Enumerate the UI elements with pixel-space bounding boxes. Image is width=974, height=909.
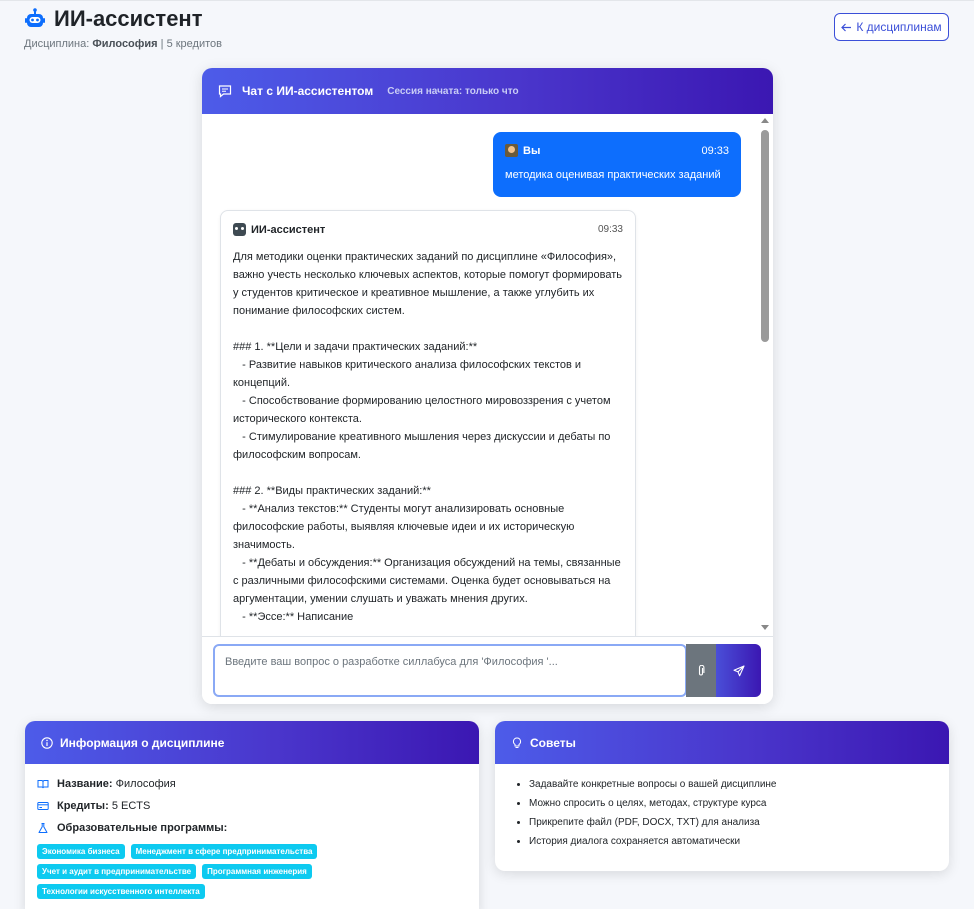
ai-text-line: - **Анализ текстов:** Студенты могут ана… xyxy=(233,503,578,551)
scrollbar-thumb[interactable] xyxy=(761,130,769,342)
ai-text-line: ### 2. **Виды практических заданий:** xyxy=(233,485,431,497)
chat-card: Чат с ИИ-ассистентом Сессия начата: толь… xyxy=(202,68,773,704)
discipline-info-card: Информация о дисциплине Название: Филосо… xyxy=(25,721,479,909)
send-message-button[interactable] xyxy=(716,644,761,697)
ai-author-name: ИИ-ассистент xyxy=(251,223,326,236)
user-message-text: методика оценивая практических заданий xyxy=(505,169,721,181)
paperclip-icon xyxy=(698,664,705,675)
tips-card-title: Советы xyxy=(530,735,576,750)
page-title-text: ИИ-ассистент xyxy=(54,6,203,31)
ai-text-line: - **Дебаты и обсуждения:** Организация о… xyxy=(233,557,624,605)
ai-text-line: ### 1. **Цели и задачи практических зада… xyxy=(233,341,478,353)
discipline-credits: | 5 кредитов xyxy=(160,38,222,50)
mortarboard-icon xyxy=(38,823,48,833)
ai-text-line: - Развитие навыков критического анализа … xyxy=(233,359,585,389)
tip-item: Задавайте конкретные вопросы о вашей дис… xyxy=(529,778,931,791)
ai-text-line xyxy=(233,464,623,482)
name-value: Философия xyxy=(115,778,176,790)
page-title: ИИ-ассистент xyxy=(24,6,222,32)
user-author: Вы xyxy=(505,144,540,157)
chat-messages[interactable]: Вы 09:33 методика оценивая практических … xyxy=(202,114,773,636)
ai-text-line: - Способствование формированию целостног… xyxy=(233,395,614,425)
program-tag: Учет и аудит в предпринимательстве xyxy=(37,864,197,879)
chat-icon xyxy=(218,85,232,98)
info-card-title: Информация о дисциплине xyxy=(60,735,225,750)
page-subtitle: Дисциплина: Философия | 5 кредитов xyxy=(24,38,222,50)
name-label: Название: xyxy=(57,778,113,790)
back-button-label: К дисциплинам xyxy=(856,20,942,34)
program-tags: Экономика бизнеса Менеджмент в сфере пре… xyxy=(37,844,347,899)
ai-avatar-icon xyxy=(233,223,246,236)
tip-item: История диалога сохраняется автоматическ… xyxy=(529,835,931,848)
discipline-label: Дисциплина: xyxy=(24,38,90,50)
info-name-row: Название: Философия xyxy=(37,778,467,790)
ai-text-line: - Стимулирование креативного мышления че… xyxy=(233,431,614,461)
tip-item: Прикрепите файл (PDF, DOCX, TXT) для ана… xyxy=(529,816,931,829)
info-card-body: Название: Философия Кредиты: 5 ECTS Обра… xyxy=(25,764,479,909)
scroll-down-icon[interactable] xyxy=(761,625,769,630)
ai-message-text: Для методики оценки практических заданий… xyxy=(233,248,623,626)
credits-value: 5 ECTS xyxy=(111,800,151,812)
chat-title: Чат с ИИ-ассистентом xyxy=(242,84,374,98)
chat-message-input[interactable] xyxy=(213,644,687,697)
programs-label: Образовательные программы: xyxy=(57,822,228,834)
attach-file-button[interactable] xyxy=(686,644,716,697)
chat-header: Чат с ИИ-ассистентом Сессия начата: толь… xyxy=(202,68,773,114)
tips-card-header: Советы xyxy=(495,721,949,764)
info-circle-icon xyxy=(41,736,53,749)
credits-label: Кредиты: xyxy=(57,800,109,812)
send-icon xyxy=(732,664,745,676)
user-message: Вы 09:33 методика оценивая практических … xyxy=(493,132,741,197)
info-card-header: Информация о дисциплине xyxy=(25,721,479,764)
ai-text-line xyxy=(233,320,623,338)
chat-scrollbar[interactable] xyxy=(760,118,770,630)
tips-card: Советы Задавайте конкретные вопросы о ва… xyxy=(495,721,949,871)
ai-message-time: 09:33 xyxy=(597,224,623,235)
user-message-time: 09:33 xyxy=(701,144,729,157)
user-author-name: Вы xyxy=(523,144,541,157)
info-programs-row: Образовательные программы: xyxy=(37,822,467,834)
user-avatar-icon xyxy=(505,144,518,157)
top-divider xyxy=(0,0,974,1)
info-credits-row: Кредиты: 5 ECTS xyxy=(37,800,467,812)
discipline-name: Философия xyxy=(92,38,158,50)
ai-message: ИИ-ассистент 09:33 Для методики оценки п… xyxy=(220,210,636,636)
tip-item: Можно спросить о целях, методах, структу… xyxy=(529,797,931,810)
scroll-up-icon[interactable] xyxy=(761,118,769,123)
session-status: Сессия начата: только что xyxy=(387,85,519,97)
program-tag: Менеджмент в сфере предпринимательства xyxy=(130,844,318,859)
program-tag: Технологии искусственного интеллекта xyxy=(37,884,205,899)
program-tag: Экономика бизнеса xyxy=(37,844,125,859)
book-icon xyxy=(37,780,49,789)
arrow-left-icon xyxy=(841,23,852,31)
program-tag: Программная инженерия xyxy=(202,864,312,879)
chat-input-area xyxy=(202,636,773,704)
ai-text-line: Для методики оценки практических заданий… xyxy=(233,251,626,317)
page-header: ИИ-ассистент Дисциплина: Философия | 5 к… xyxy=(24,6,222,50)
back-to-disciplines-button[interactable]: К дисциплинам xyxy=(834,13,949,41)
tips-list: Задавайте конкретные вопросы о вашей дис… xyxy=(495,764,949,848)
credit-card-icon xyxy=(37,802,49,810)
lightbulb-icon xyxy=(512,736,522,748)
ai-text-line: - **Эссе:** Написание xyxy=(233,611,354,623)
robot-icon xyxy=(25,8,45,27)
ai-author: ИИ-ассистент xyxy=(233,223,325,236)
